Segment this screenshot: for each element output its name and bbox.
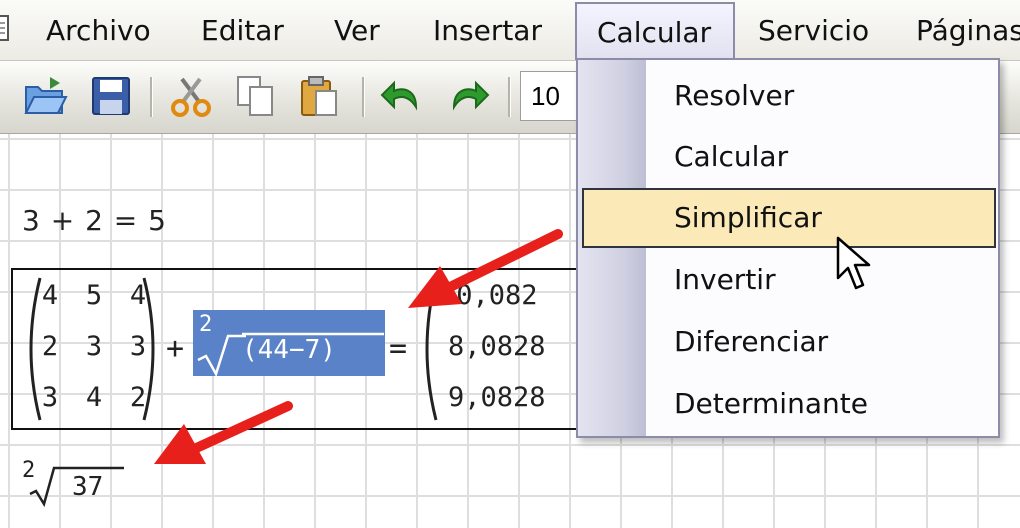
- menu-insertar[interactable]: Insertar: [433, 0, 542, 60]
- result-root-content[interactable]: 37: [72, 472, 103, 502]
- root-content: (44−7): [242, 335, 336, 365]
- matrix-cell: 4: [85, 382, 103, 413]
- root-bar: [242, 332, 384, 336]
- menu-paginas[interactable]: Páginas: [916, 0, 1020, 60]
- menu-editar[interactable]: Editar: [201, 0, 284, 60]
- menu-ver[interactable]: Ver: [334, 0, 380, 60]
- paste-icon[interactable]: [296, 73, 342, 119]
- open-icon[interactable]: [22, 73, 68, 119]
- document-icon: [0, 15, 9, 41]
- equals-operator: =: [389, 331, 408, 366]
- toolbar-separator: [508, 77, 511, 117]
- annotation-arrow-icon: [154, 401, 293, 464]
- menu-archivo[interactable]: Archivo: [46, 0, 151, 60]
- matrix-cell: 5: [85, 280, 103, 311]
- result-value: 9,0828: [448, 382, 546, 413]
- menu-calcular[interactable]: Calcular: [575, 2, 735, 60]
- matrix-cell: 3: [85, 331, 103, 362]
- toolbar-separator: [150, 77, 153, 117]
- annotation-arrow-icon: [408, 229, 563, 308]
- calcular-dropdown-menu: Resolver Calcular Simplificar Invertir D…: [576, 58, 1000, 438]
- dropdown-item-determinante[interactable]: Determinante: [674, 374, 868, 434]
- matrix-cell: 4: [41, 280, 59, 311]
- dropdown-icon-gutter: [578, 60, 646, 436]
- menu-servicio[interactable]: Servicio: [758, 0, 869, 60]
- copy-icon[interactable]: [232, 73, 278, 119]
- dropdown-item-simplificar[interactable]: Simplificar: [674, 188, 822, 248]
- menu-bar: Archivo Editar Ver Insertar Calcular Ser…: [0, 0, 1020, 61]
- dropdown-item-diferenciar[interactable]: Diferenciar: [674, 312, 828, 372]
- matrix-cell: 3: [41, 382, 59, 413]
- save-icon[interactable]: [88, 73, 134, 119]
- redo-icon[interactable]: [444, 73, 490, 119]
- expression-sum[interactable]: 3 + 2 = 5: [22, 204, 167, 237]
- matrix-cell: 2: [41, 331, 59, 362]
- undo-icon[interactable]: [380, 73, 426, 119]
- matrix-cell: 3: [129, 331, 147, 362]
- plus-operator: +: [166, 331, 185, 366]
- dropdown-item-calcular[interactable]: Calcular: [674, 127, 788, 187]
- cut-icon[interactable]: [168, 73, 214, 119]
- mouse-cursor-icon: [836, 236, 871, 290]
- root-sign-icon: [197, 334, 246, 376]
- dropdown-item-resolver[interactable]: Resolver: [674, 66, 794, 126]
- matrix-cell: 4: [129, 280, 147, 311]
- result-value: 8,0828: [448, 331, 546, 362]
- toolbar-separator: [362, 77, 365, 117]
- dropdown-item-invertir[interactable]: Invertir: [674, 250, 776, 310]
